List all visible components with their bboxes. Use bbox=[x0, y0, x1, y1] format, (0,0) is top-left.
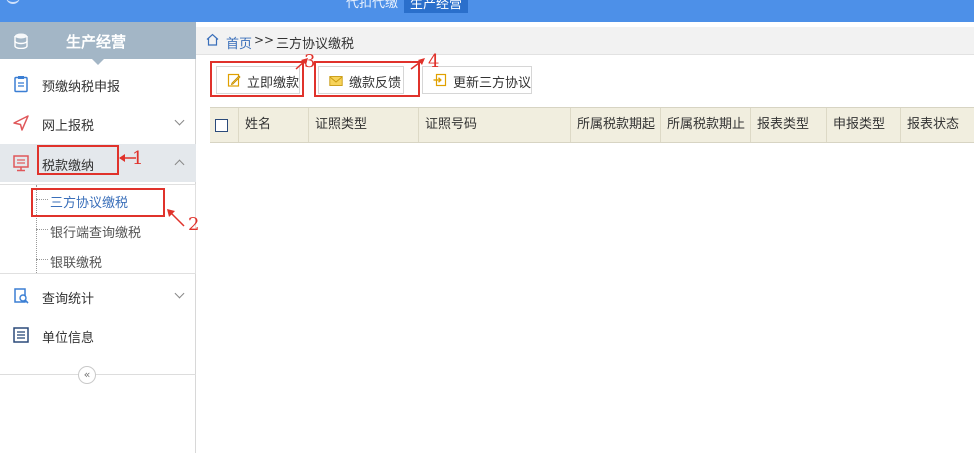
column-header-report-status[interactable]: 报表状态 bbox=[900, 108, 974, 142]
breadcrumb-home-link[interactable]: 首页 bbox=[226, 33, 252, 52]
send-icon bbox=[13, 115, 29, 131]
annotation-number-2: 2 bbox=[188, 214, 200, 235]
sidebar-item-unit-info[interactable]: 单位信息 bbox=[0, 316, 196, 354]
sidebar-item-label: 查询统计 bbox=[42, 292, 95, 307]
sidebar-title: 生产经营 bbox=[66, 33, 127, 51]
submenu-item-unionpay[interactable]: 银联缴税 bbox=[0, 245, 196, 275]
sidebar-item-prepay-declare[interactable]: 预缴纳税申报 bbox=[0, 65, 196, 103]
column-header-id-type[interactable]: 证照类型 bbox=[308, 108, 418, 142]
sidebar-item-query-stats[interactable]: 查询统计 bbox=[0, 277, 196, 315]
sidebar-collapse-button[interactable]: « bbox=[78, 366, 96, 384]
annotation-box-3 bbox=[210, 61, 304, 97]
column-header-period-start[interactable]: 所属税款期起 bbox=[570, 108, 660, 142]
logo-icon bbox=[6, 0, 20, 4]
annotation-arrow-2 bbox=[167, 209, 185, 227]
data-table-header: 姓名 证照类型 证照号码 所属税款期起 所属税款期止 报表类型 申报类型 报表状… bbox=[210, 107, 974, 143]
database-icon bbox=[14, 33, 28, 49]
monitor-icon bbox=[13, 155, 29, 172]
top-nav: 代扣代缴 生产经营 bbox=[340, 0, 469, 22]
list-icon bbox=[13, 327, 29, 343]
top-nav-item-withholding[interactable]: 代扣代缴 bbox=[340, 0, 404, 11]
column-header-report-type[interactable]: 报表类型 bbox=[750, 108, 826, 142]
sidebar-item-label: 网上报税 bbox=[42, 119, 95, 134]
sidebar-item-online-tax[interactable]: 网上报税 bbox=[0, 104, 196, 142]
submenu-item-label: 银行端查询缴税 bbox=[50, 226, 142, 241]
annotation-number-1: 1 bbox=[132, 148, 144, 169]
column-header-period-end[interactable]: 所属税款期止 bbox=[660, 108, 750, 142]
import-icon bbox=[433, 73, 447, 87]
sidebar: 生产经营 预缴纳税申报 网上报税 税款缴纳 三方协议缴税 银行端查询缴税 银联缴… bbox=[0, 22, 196, 453]
annotation-box-1 bbox=[37, 145, 119, 175]
sidebar-item-label: 预缴纳税申报 bbox=[42, 80, 121, 95]
tree-branch bbox=[36, 259, 48, 260]
breadcrumb-separator: >> bbox=[254, 33, 275, 47]
select-all-cell bbox=[210, 108, 238, 142]
column-header-declare-type[interactable]: 申报类型 bbox=[826, 108, 900, 142]
annotation-number-4: 4 bbox=[428, 51, 440, 72]
tree-branch bbox=[36, 229, 48, 230]
chevron-down-icon bbox=[174, 288, 185, 299]
sidebar-divider bbox=[0, 374, 196, 375]
chevron-up-icon bbox=[174, 159, 185, 170]
column-header-name[interactable]: 姓名 bbox=[238, 108, 308, 142]
sidebar-item-label: 单位信息 bbox=[42, 331, 95, 346]
search-doc-icon bbox=[14, 288, 29, 304]
annotation-box-4 bbox=[314, 61, 420, 97]
chevron-down-icon bbox=[174, 115, 185, 126]
annotation-box-2 bbox=[31, 188, 165, 217]
select-all-checkbox[interactable] bbox=[215, 119, 228, 132]
breadcrumb-current: 三方协议缴税 bbox=[276, 37, 355, 52]
top-nav-item-production[interactable]: 生产经营 bbox=[404, 0, 469, 13]
annotation-arrow-4 bbox=[410, 58, 425, 70]
clipboard-icon bbox=[14, 76, 28, 93]
update-agreement-label: 更新三方协议 bbox=[453, 76, 532, 91]
sidebar-header: 生产经营 bbox=[0, 22, 196, 65]
home-icon bbox=[206, 33, 219, 46]
top-nav-bar: 代扣代缴 生产经营 bbox=[0, 0, 974, 22]
submenu-item-label: 银联缴税 bbox=[50, 256, 103, 271]
column-header-id-number[interactable]: 证照号码 bbox=[418, 108, 570, 142]
